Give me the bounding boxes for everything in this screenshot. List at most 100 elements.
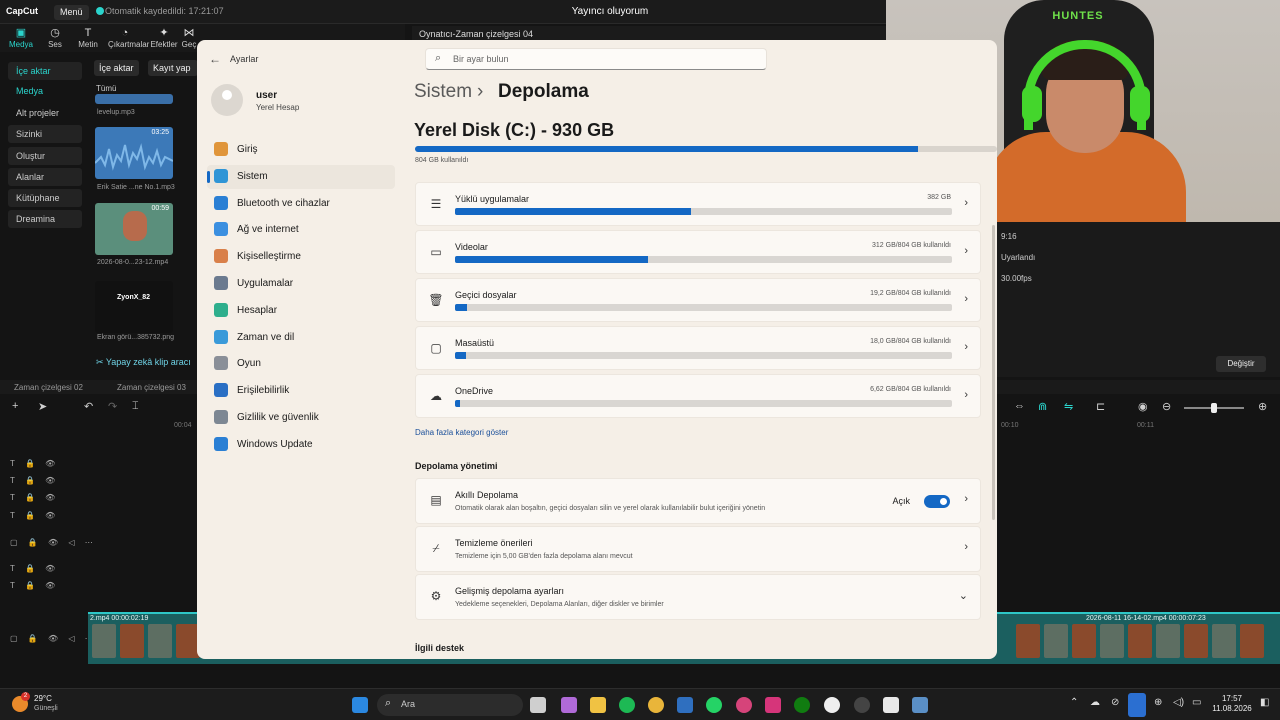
copilot-icon[interactable]: [561, 697, 577, 713]
mic-active-icon[interactable]: [1128, 693, 1146, 717]
storage-category-card[interactable]: ☁ OneDrive 6,62 GB/804 GB kullanıldı ›: [415, 374, 981, 418]
track-controls[interactable]: ▢ 🔒 👁 ◁ ⋯: [10, 634, 97, 643]
zoom-in-icon[interactable]: ⊕: [1258, 400, 1267, 413]
add-track-icon[interactable]: +: [12, 400, 18, 412]
settings-nav-item[interactable]: Hesaplar: [207, 299, 395, 323]
storage-sense-toggle[interactable]: [924, 495, 950, 508]
link-icon[interactable]: ⇔: [1014, 400, 1025, 412]
media-thumb-audio[interactable]: [95, 94, 173, 104]
record-button[interactable]: Kayıt yap: [148, 60, 198, 76]
whatsapp-icon[interactable]: [706, 697, 722, 713]
import-button[interactable]: İçe aktar: [94, 60, 139, 76]
obs-icon[interactable]: [854, 697, 870, 713]
track-controls[interactable]: ▢ 🔒 👁 ◁ ⋯: [10, 538, 97, 547]
storage-category-card[interactable]: ▭ Videolar 312 GB/804 GB kullanıldı ›: [415, 230, 981, 274]
windows-start-icon[interactable]: [352, 697, 368, 713]
settings-nav-item[interactable]: Bluetooth ve cihazlar: [207, 192, 395, 216]
breadcrumb-parent[interactable]: Sistem: [414, 81, 472, 103]
tray-chevron-icon[interactable]: ⌃: [1070, 697, 1078, 708]
tab-timeline-02[interactable]: Zaman çizelgesi 02: [14, 383, 83, 392]
opera-icon[interactable]: [736, 697, 752, 713]
xbox-icon[interactable]: [794, 697, 810, 713]
settings-nav-item[interactable]: Erişilebilirlik: [207, 379, 395, 403]
instagram-icon[interactable]: [765, 697, 781, 713]
storage-category-card[interactable]: ▢ Masaüstü 18,0 GB/804 GB kullanıldı ›: [415, 326, 981, 370]
capcut-taskbar-icon[interactable]: [824, 697, 840, 713]
player-tab[interactable]: Oynatıcı-Zaman çizelgesi 04: [419, 29, 533, 39]
nav-library[interactable]: Kütüphane: [8, 189, 82, 207]
zoom-slider-handle[interactable]: [1211, 403, 1217, 413]
tab-timeline-03[interactable]: Zaman çizelgesi 03: [117, 383, 186, 392]
track-controls[interactable]: T 🔒 👁: [10, 511, 59, 520]
track-controls[interactable]: T 🔒 👁: [10, 493, 59, 502]
nav-spaces[interactable]: Alanlar: [8, 168, 82, 186]
storage-sense-card[interactable]: ▤ Akıllı Depolama Otomatik olarak alan b…: [415, 478, 981, 524]
cleanup-recommendations-card[interactable]: ⌿ Temizleme önerileri Temizleme için 5,0…: [415, 526, 981, 572]
settings-nav-item[interactable]: Windows Update: [207, 433, 395, 457]
settings-nav-item[interactable]: Uygulamalar: [207, 272, 395, 296]
settings-nav-item[interactable]: Sistem: [207, 164, 395, 189]
magnet-icon[interactable]: ⋒: [1038, 400, 1047, 413]
media-thumb-video[interactable]: 00:59: [95, 203, 173, 255]
undo-icon[interactable]: ↶: [84, 400, 93, 413]
settings-nav-item[interactable]: Zaman ve dil: [207, 326, 395, 350]
store-icon[interactable]: [677, 697, 693, 713]
cloud-icon[interactable]: ☁: [1090, 697, 1100, 708]
tab-effects[interactable]: ✦ Efektler: [147, 26, 181, 49]
track-controls[interactable]: T 🔒 👁: [10, 581, 59, 590]
nav-import[interactable]: İçe aktar: [8, 62, 82, 80]
chrome-icon[interactable]: [648, 697, 664, 713]
tab-media[interactable]: ▣ Medya: [4, 26, 38, 49]
track-controls[interactable]: T 🔒 👁: [10, 459, 59, 468]
clock[interactable]: 17:57 11.08.2026: [1212, 694, 1252, 714]
capcut-alt-icon[interactable]: [883, 697, 899, 713]
task-view-icon[interactable]: [530, 697, 546, 713]
spotify-icon[interactable]: [619, 697, 635, 713]
notifications-icon[interactable]: ◧: [1260, 697, 1269, 708]
settings-taskbar-icon[interactable]: [912, 697, 928, 713]
nav-yours[interactable]: Sizinki: [8, 125, 82, 143]
settings-nav-item[interactable]: Oyun: [207, 352, 395, 376]
settings-nav-item[interactable]: Gizlilik ve güvenlik: [207, 406, 395, 430]
nav-subprojects[interactable]: Alt projeler: [8, 104, 82, 122]
filter-all[interactable]: Tümü: [96, 84, 116, 93]
taskbar-search[interactable]: ⌕ Ara: [377, 694, 523, 716]
avatar[interactable]: [211, 84, 243, 116]
select-tool-icon[interactable]: ➤: [38, 400, 47, 413]
nav-create[interactable]: Oluştur: [8, 147, 82, 165]
storage-category-card[interactable]: 🗑 Geçici dosyalar 19,2 GB/804 GB kullanıld…: [415, 278, 981, 322]
split-icon[interactable]: ⌶: [132, 400, 139, 413]
show-more-categories-link[interactable]: Daha fazla kategori göster: [415, 428, 508, 437]
snap-icon[interactable]: ⇋: [1064, 400, 1073, 413]
preview-axis-icon[interactable]: ⊏: [1096, 400, 1105, 413]
redo-icon[interactable]: ↷: [108, 400, 117, 413]
battery-icon[interactable]: ▭: [1192, 697, 1201, 708]
tab-audio[interactable]: ◷ Ses: [38, 26, 72, 49]
settings-nav-item[interactable]: Ağ ve internet: [207, 218, 395, 242]
zoom-out-icon[interactable]: ⊖: [1162, 400, 1171, 413]
track-controls[interactable]: T 🔒 👁: [10, 564, 59, 573]
no-network-icon[interactable]: ⊘: [1111, 697, 1119, 708]
media-thumb-image[interactable]: ZyonX_82: [95, 281, 173, 333]
storage-category-card[interactable]: ☰ Yüklü uygulamalar 382 GB ›: [415, 182, 981, 226]
nav-media[interactable]: Medya: [8, 82, 82, 100]
settings-nav-item[interactable]: Giriş: [207, 138, 395, 162]
tab-stickers[interactable]: ◔ Çıkartmalar: [108, 26, 149, 49]
settings-search-input[interactable]: ⌕ Bir ayar bulun: [425, 48, 767, 70]
track-controls[interactable]: T 🔒 👁: [10, 476, 59, 485]
tab-text[interactable]: T Metin: [71, 26, 105, 49]
settings-nav-item[interactable]: Kişiselleştirme: [207, 245, 395, 269]
nav-label: Oyun: [237, 358, 261, 370]
advanced-storage-card[interactable]: ⚙ Gelişmiş depolama ayarları Yedekleme s…: [415, 574, 981, 620]
scrollbar[interactable]: [992, 225, 995, 520]
media-thumb-music[interactable]: 03:25: [95, 127, 173, 179]
ai-clip-button[interactable]: ✂ Yapay zekâ klip aracı: [96, 357, 191, 368]
file-explorer-icon[interactable]: [590, 697, 606, 713]
back-arrow-icon[interactable]: ←: [209, 52, 221, 66]
nav-dreamina[interactable]: Dreamina: [8, 210, 82, 228]
volume-icon[interactable]: ◁): [1173, 697, 1184, 708]
menu-button[interactable]: Menü: [54, 5, 89, 20]
change-button[interactable]: Değiştir: [1216, 356, 1266, 372]
mic-icon[interactable]: ◉: [1138, 400, 1148, 413]
network-icon[interactable]: ⊕: [1154, 697, 1162, 708]
